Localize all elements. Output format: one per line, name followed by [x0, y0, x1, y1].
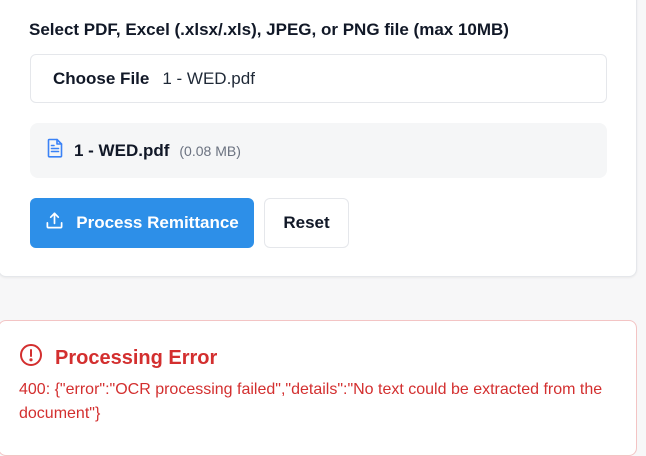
error-header: Processing Error: [19, 343, 217, 373]
process-button-label: Process Remittance: [76, 213, 239, 232]
reset-button[interactable]: Reset: [264, 198, 349, 248]
error-title: Processing Error: [55, 346, 218, 369]
error-message: 400: {"error":"OCR processing failed","d…: [19, 381, 603, 422]
file-field-label: Select PDF, Excel (.xlsx/.xls), JPEG, or…: [29, 20, 509, 39]
file-input[interactable]: Choose File 1 - WED.pdf: [30, 54, 607, 103]
error-alert: Processing Error 400: {"error":"OCR proc…: [0, 320, 637, 456]
alert-circle-icon: [19, 343, 55, 373]
upload-icon: [45, 211, 76, 235]
process-remittance-button[interactable]: Process Remittance: [30, 198, 254, 248]
selected-file-preview: 1 - WED.pdf (0.08 MB): [30, 123, 607, 178]
chosen-file-name: 1 - WED.pdf: [162, 68, 255, 88]
document-icon: [46, 138, 74, 163]
upload-card: Select PDF, Excel (.xlsx/.xls), JPEG, or…: [0, 0, 637, 277]
preview-file-size: (0.08 MB): [179, 142, 241, 159]
preview-file-name: 1 - WED.pdf: [74, 140, 170, 160]
choose-file-button[interactable]: Choose File: [53, 69, 149, 89]
